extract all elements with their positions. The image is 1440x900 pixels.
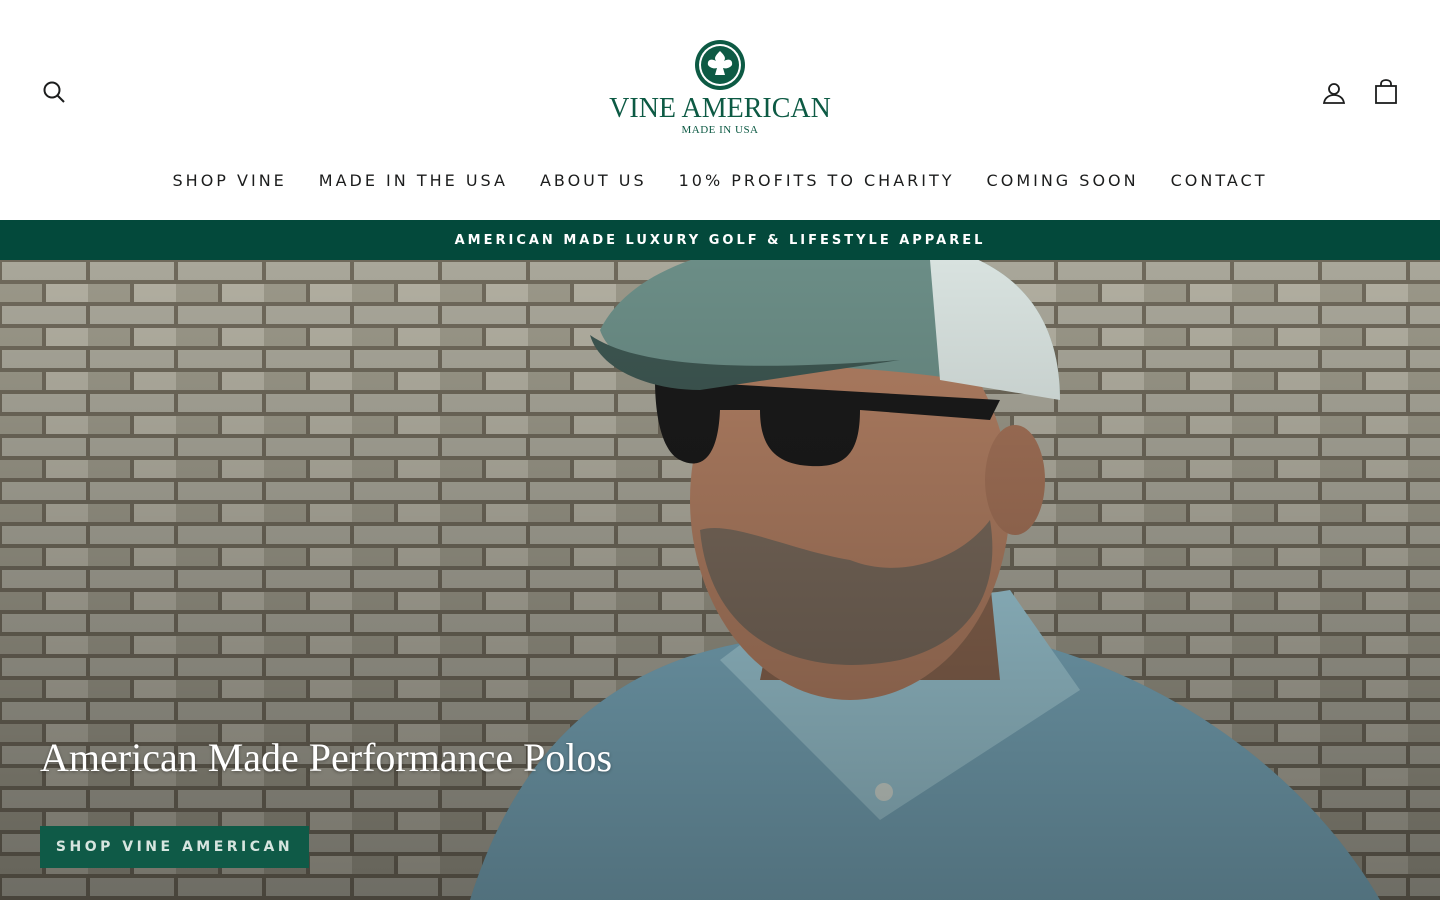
leaf-logo-icon (695, 40, 745, 90)
nav-item-charity[interactable]: 10% PROFITS TO CHARITY (679, 166, 955, 196)
shop-vine-american-button[interactable]: SHOP VINE AMERICAN (40, 826, 309, 868)
brand-name: VINE AMERICAN (609, 93, 831, 124)
announcement-bar: AMERICAN MADE LUXURY GOLF & LIFESTYLE AP… (0, 220, 1440, 260)
shopping-bag-icon (1375, 79, 1397, 104)
brand-tagline: MADE IN USA (681, 124, 759, 136)
main-nav: SHOP VINE MADE IN THE USA ABOUT US 10% P… (0, 166, 1440, 196)
brand-logo[interactable]: VINE AMERICAN MADE IN USA (590, 38, 850, 148)
nav-item-contact[interactable]: CONTACT (1171, 166, 1268, 196)
search-icon (43, 81, 65, 103)
nav-item-shop-vine[interactable]: SHOP VINE (173, 166, 287, 196)
nav-item-coming-soon[interactable]: COMING SOON (987, 166, 1139, 196)
site-header: VINE AMERICAN MADE IN USA SHOP VINE MADE… (0, 0, 1440, 220)
hero-image (0, 260, 1440, 900)
nav-item-made-in-usa[interactable]: MADE IN THE USA (319, 166, 508, 196)
account-button[interactable] (1319, 78, 1349, 108)
hero-banner[interactable] (0, 260, 1440, 900)
user-icon (1322, 83, 1346, 104)
cart-button[interactable] (1371, 77, 1401, 107)
search-button[interactable] (39, 77, 69, 107)
announcement-text: AMERICAN MADE LUXURY GOLF & LIFESTYLE AP… (454, 232, 986, 248)
hero-title: American Made Performance Polos (40, 735, 613, 780)
nav-item-about-us[interactable]: ABOUT US (540, 166, 647, 196)
